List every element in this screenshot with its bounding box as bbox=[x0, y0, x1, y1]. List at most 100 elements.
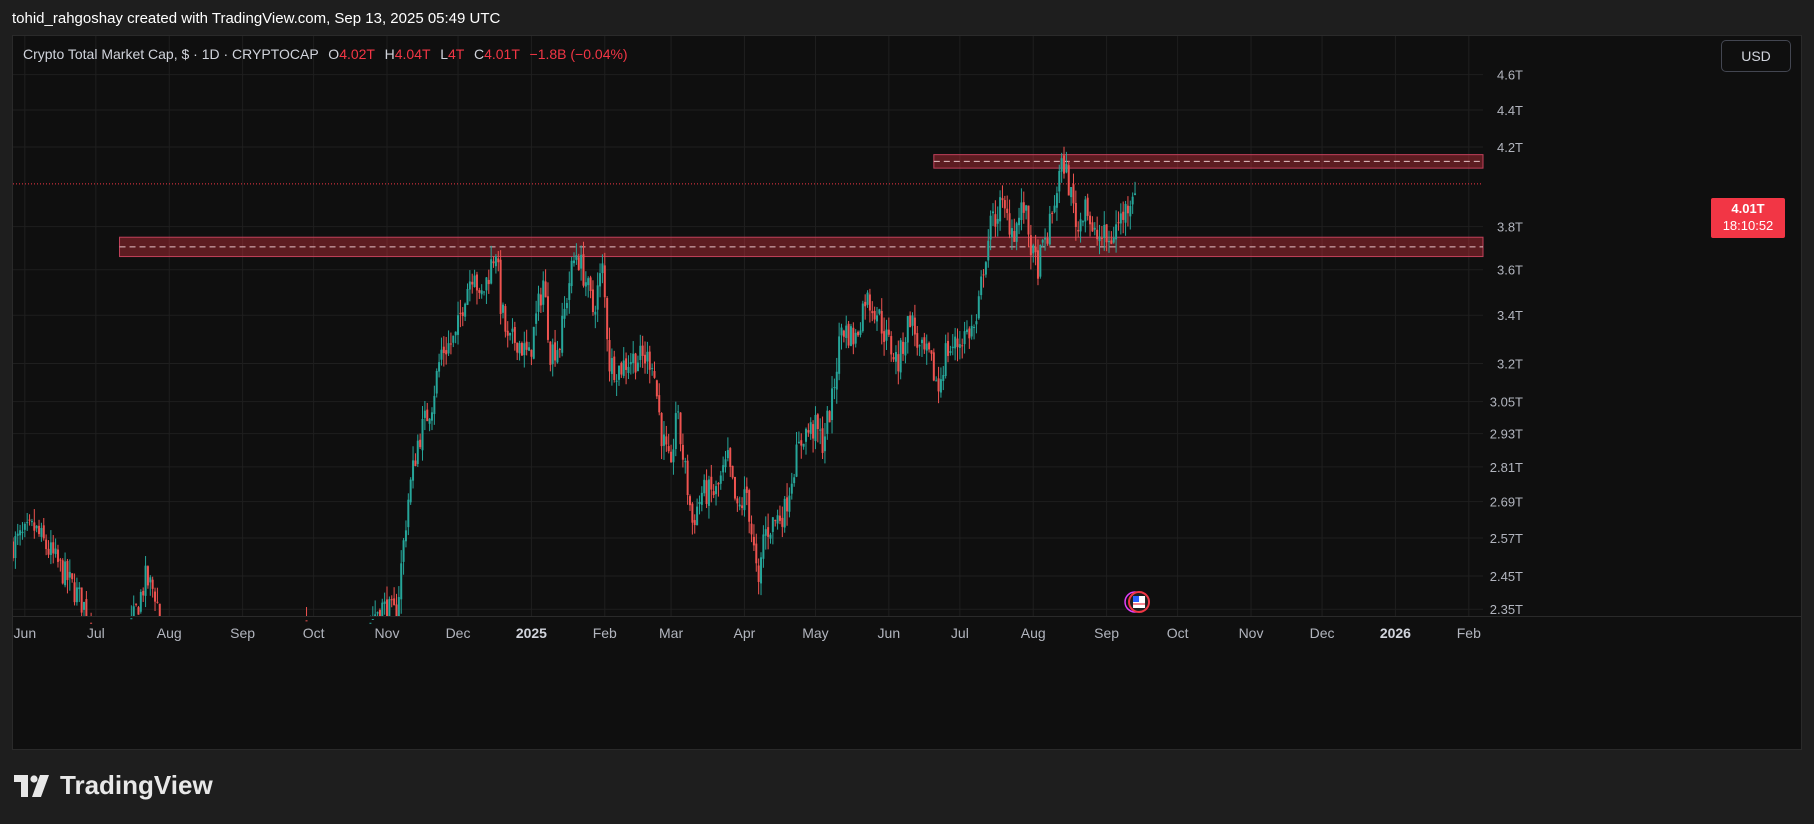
candle-body bbox=[584, 282, 587, 287]
candle-body bbox=[949, 351, 952, 353]
candle-body bbox=[892, 357, 895, 360]
candle-body bbox=[975, 321, 978, 325]
candle-body bbox=[42, 525, 45, 539]
candle-body bbox=[582, 254, 585, 286]
candle-body bbox=[1022, 202, 1025, 213]
candle-body bbox=[942, 374, 945, 382]
candle-body bbox=[1084, 199, 1087, 222]
candle-body bbox=[596, 285, 599, 310]
candle-body bbox=[464, 303, 467, 317]
candle-body bbox=[608, 340, 611, 372]
candle-body bbox=[1029, 235, 1032, 256]
candle-body bbox=[1112, 237, 1115, 243]
candle-body bbox=[419, 439, 422, 448]
candle-body bbox=[937, 378, 940, 392]
candles bbox=[13, 146, 1137, 624]
candle-body bbox=[689, 496, 692, 506]
candle-body bbox=[513, 326, 516, 343]
candle-body bbox=[594, 311, 597, 315]
candle-body bbox=[681, 444, 684, 460]
candle-body bbox=[738, 504, 741, 507]
candle-body bbox=[409, 479, 412, 503]
candle-body bbox=[648, 351, 651, 370]
candle-body bbox=[883, 331, 886, 342]
candle-body bbox=[551, 344, 554, 365]
candle-body bbox=[404, 530, 407, 542]
candle-body bbox=[90, 622, 93, 624]
candle-body bbox=[961, 345, 964, 347]
x-tick-label: Sep bbox=[1094, 625, 1119, 641]
candle-body bbox=[982, 274, 985, 276]
candle-body bbox=[454, 331, 457, 336]
candle-body bbox=[1107, 241, 1110, 243]
candle-body bbox=[804, 428, 807, 442]
candle-body bbox=[1122, 211, 1125, 220]
symbol-legend[interactable]: Crypto Total Market Cap, $ · 1D · CRYPTO… bbox=[23, 46, 628, 62]
candle-body bbox=[636, 362, 639, 372]
candle-body bbox=[1129, 206, 1132, 217]
y-tick-label: 3.4T bbox=[1497, 308, 1523, 323]
candle-body bbox=[715, 486, 718, 495]
candle-body bbox=[760, 557, 763, 584]
candle-body bbox=[1117, 222, 1120, 224]
candle-body bbox=[821, 428, 824, 453]
candle-body bbox=[530, 349, 533, 357]
candle-body bbox=[61, 560, 64, 584]
candle-body bbox=[502, 304, 504, 313]
candle-body bbox=[64, 561, 67, 586]
candle-body bbox=[416, 440, 419, 464]
candle-body bbox=[992, 211, 994, 214]
candle-body bbox=[703, 479, 706, 494]
candle-body bbox=[655, 380, 658, 397]
candle-body bbox=[535, 313, 538, 324]
candle-body bbox=[570, 260, 573, 287]
candle-body bbox=[480, 290, 483, 295]
candle-body bbox=[935, 380, 938, 382]
symbol-name[interactable]: Crypto Total Market Cap, $ · 1D · CRYPTO… bbox=[23, 46, 318, 62]
candle-body bbox=[523, 343, 526, 356]
tradingview-brand[interactable]: TradingView bbox=[14, 770, 213, 801]
candle-body bbox=[400, 563, 403, 600]
candle-body bbox=[963, 331, 966, 345]
candle-body bbox=[816, 414, 819, 429]
candle-body bbox=[994, 214, 997, 227]
candle-body bbox=[393, 598, 396, 606]
candle-body bbox=[644, 354, 647, 364]
candle-body bbox=[1074, 202, 1077, 227]
candle-body bbox=[956, 338, 959, 348]
candle-body bbox=[913, 317, 916, 335]
candle-body bbox=[812, 424, 815, 439]
candle-body bbox=[1089, 215, 1092, 225]
candle-body bbox=[909, 315, 912, 328]
candle-body bbox=[423, 410, 426, 418]
candle-body bbox=[388, 599, 391, 616]
credit-line: tohid_rahgoshay created with TradingView… bbox=[12, 10, 501, 27]
y-tick-label: 4.4T bbox=[1497, 103, 1523, 118]
close-value: 4.01T bbox=[484, 46, 520, 62]
candle-body bbox=[861, 303, 864, 332]
candle-body bbox=[610, 358, 613, 374]
candle-body bbox=[14, 536, 17, 559]
currency-button[interactable]: USD bbox=[1721, 40, 1791, 72]
candle-body bbox=[894, 352, 897, 362]
candle-body bbox=[1086, 197, 1089, 216]
candlestick-chart[interactable]: 4.6T 4.4T 4.2T 3.8T 3.6T 3.4T 3.2T 3.05T 2.93T 2.… bbox=[13, 36, 1801, 749]
candle-body bbox=[1115, 224, 1118, 240]
candle-body bbox=[568, 283, 571, 300]
candle-body bbox=[483, 291, 486, 293]
x-tick-label: Nov bbox=[375, 625, 400, 641]
candle-body bbox=[59, 559, 62, 561]
candle-body bbox=[35, 525, 38, 529]
y-tick-label: 2.45T bbox=[1490, 569, 1523, 584]
chart-pane[interactable]: 4.6T 4.4T 4.2T 3.8T 3.6T 3.4T 3.2T 3.05T 2.93T 2.… bbox=[12, 35, 1802, 750]
candle-body bbox=[1100, 237, 1103, 239]
candle-body bbox=[1119, 213, 1122, 224]
x-tick-label: Jul bbox=[87, 625, 105, 641]
candle-body bbox=[156, 601, 159, 603]
candle-body bbox=[866, 292, 869, 305]
candle-body bbox=[144, 565, 147, 596]
candle-body bbox=[710, 476, 713, 490]
time-axis: Jun Jul Aug Sep Oct Nov Dec 2025 Feb Mar Apr May Jun… bbox=[13, 616, 1801, 641]
candle-body bbox=[741, 505, 744, 509]
candle-body bbox=[1027, 205, 1030, 235]
